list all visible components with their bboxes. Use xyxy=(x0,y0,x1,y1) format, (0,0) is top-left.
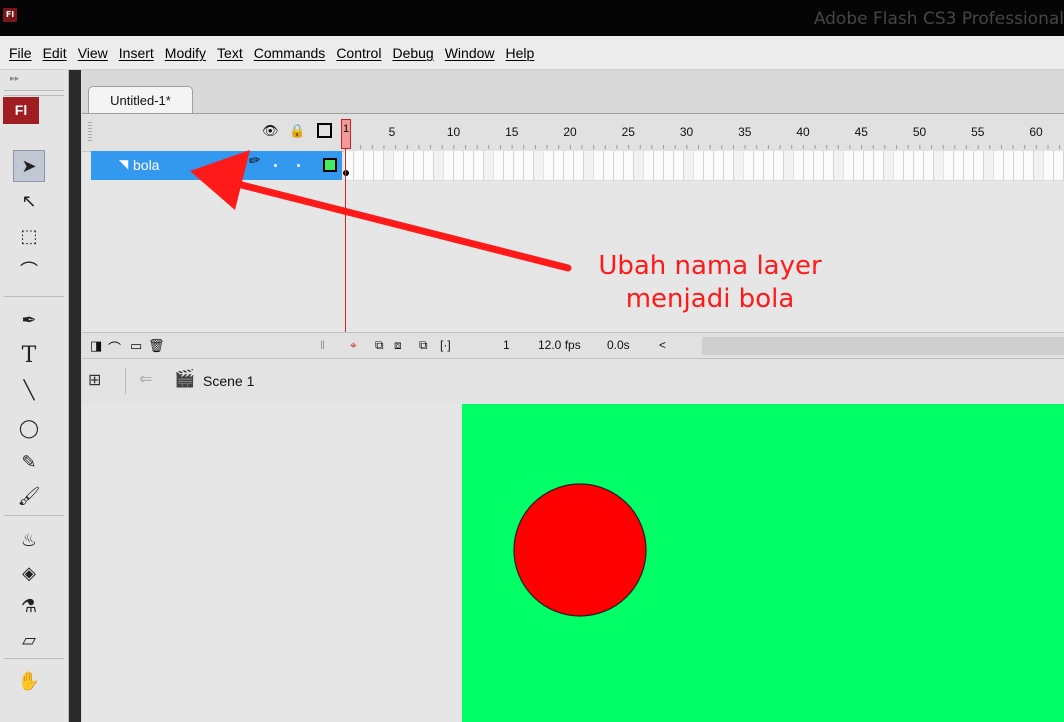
flash-logo: Fl xyxy=(3,97,39,124)
menu-window[interactable]: Window xyxy=(445,45,495,61)
scene-label[interactable]: Scene 1 xyxy=(203,373,254,389)
annotation-text: Ubah nama layer menjadi bola xyxy=(560,250,860,315)
layer-name[interactable]: bola xyxy=(133,157,159,173)
panel-grip[interactable] xyxy=(4,90,64,96)
menu-bar: File Edit View Insert Modify Text Comman… xyxy=(0,36,1064,70)
text-tool-icon[interactable]: T xyxy=(13,339,45,371)
brush-tool-icon[interactable]: 🖌 xyxy=(13,480,45,512)
onion-skin-icon[interactable]: ⧉ xyxy=(375,338,384,353)
timeline-panel: 👁 🔒 5 10 15 20 25 30 35 40 45 50 55 60 ◥ bola ✏ xyxy=(82,113,1064,359)
playhead[interactable]: 1 xyxy=(341,119,351,149)
current-frame: 1 xyxy=(503,338,510,352)
lock-icon[interactable]: 🔒 xyxy=(289,124,305,139)
lasso-tool-icon[interactable]: ⌒ xyxy=(13,254,45,286)
new-folder-icon[interactable]: ▭ xyxy=(130,338,142,354)
title-bar: Fl Adobe Flash CS3 Professional xyxy=(0,0,1064,36)
oval-tool-icon[interactable]: ◯ xyxy=(13,412,45,444)
modify-onion-markers-icon[interactable]: [·] xyxy=(440,338,451,352)
menu-file[interactable]: File xyxy=(9,45,32,61)
delete-layer-icon[interactable]: 🗑 xyxy=(148,338,165,354)
menu-edit[interactable]: Edit xyxy=(43,45,67,61)
hand-tool-icon[interactable]: ✋ xyxy=(13,665,45,697)
app-logo-icon: Fl xyxy=(3,8,17,22)
frame-rate[interactable]: 12.0 fps xyxy=(538,338,581,352)
subselection-tool-icon[interactable]: ↖ xyxy=(13,185,45,217)
timeline-scrollbar[interactable] xyxy=(702,337,1064,355)
tool-separator xyxy=(4,658,64,659)
footer-divider-grip[interactable]: ‖ xyxy=(320,338,325,352)
add-guide-layer-icon[interactable]: ⌒ xyxy=(108,338,121,357)
tool-separator xyxy=(4,296,64,297)
onion-skin-outlines-icon[interactable]: ⧈ xyxy=(394,338,402,353)
scroll-left-icon[interactable]: < xyxy=(659,338,666,352)
menu-control[interactable]: Control xyxy=(336,45,381,61)
scene-clapper-icon: 🎬 xyxy=(174,369,196,389)
new-layer-icon[interactable]: ◨ xyxy=(90,338,102,354)
elapsed-time: 0.0s xyxy=(607,338,630,352)
free-transform-tool-icon[interactable]: ⬚ xyxy=(13,220,45,252)
pencil-icon: ✏ xyxy=(247,152,263,170)
red-ball[interactable] xyxy=(513,483,647,617)
outline-icon[interactable] xyxy=(317,123,332,138)
edit-multiple-frames-icon[interactable]: ⧉ xyxy=(419,338,428,353)
tools-panel: ▸▸ Fl ➤ ↖ ⬚ ⌒ ✒ T ╲ ◯ ✎ 🖌 ♨ ◈ ⚗ ▱ ✋ xyxy=(0,70,69,722)
tool-separator xyxy=(4,515,64,516)
eye-icon[interactable]: 👁 xyxy=(262,124,279,139)
edit-bar: ⊞ ⇐ 🎬 Scene 1 xyxy=(82,358,1064,405)
frames-grid[interactable] xyxy=(344,151,1064,181)
frame-ruler[interactable]: 5 10 15 20 25 30 35 40 45 50 55 60 xyxy=(344,114,1064,151)
frame-cells xyxy=(344,151,1064,180)
pasteboard[interactable] xyxy=(82,404,462,722)
annotation-line-1: Ubah nama layer xyxy=(598,251,822,281)
line-tool-icon[interactable]: ╲ xyxy=(13,374,45,406)
eyedropper-tool-icon[interactable]: ⚗ xyxy=(13,590,45,622)
editbar-divider xyxy=(125,368,126,394)
menu-view[interactable]: View xyxy=(78,45,108,61)
playhead-line xyxy=(345,148,346,344)
window-title: Adobe Flash CS3 Professional xyxy=(813,9,1064,29)
eraser-tool-icon[interactable]: ▱ xyxy=(13,624,45,656)
tab-untitled-1[interactable]: Untitled-1* xyxy=(88,86,193,114)
ink-bottle-tool-icon[interactable]: ♨ xyxy=(13,524,45,556)
selection-tool-icon[interactable]: ➤ xyxy=(13,150,45,182)
annotation-line-2: menjadi bola xyxy=(625,283,795,314)
menu-commands[interactable]: Commands xyxy=(254,45,326,61)
center-frame-icon[interactable]: ⌖ xyxy=(350,338,357,353)
layer-icon: ◥ xyxy=(119,157,129,171)
frame-tick-marks xyxy=(348,145,1061,149)
timeline-footer: ◨ ⌒ ▭ 🗑 ‖ ⌖ ⧉ ⧈ ⧉ [·] 1 12.0 fps 0.0s < xyxy=(82,332,1064,359)
collapse-arrows-icon[interactable]: ▸▸ xyxy=(10,74,19,84)
keyframe-marker[interactable] xyxy=(343,170,349,176)
lock-dot[interactable] xyxy=(297,164,300,167)
menu-help[interactable]: Help xyxy=(506,45,535,61)
menu-modify[interactable]: Modify xyxy=(165,45,206,61)
stage-canvas xyxy=(513,483,647,617)
stage[interactable] xyxy=(462,404,1064,722)
menu-debug[interactable]: Debug xyxy=(392,45,433,61)
timeline-toggle-icon[interactable]: ⊞ xyxy=(88,370,101,389)
menu-insert[interactable]: Insert xyxy=(119,45,154,61)
layer-outline-color[interactable] xyxy=(323,158,337,172)
pen-tool-icon[interactable]: ✒ xyxy=(13,304,45,336)
menu-text[interactable]: Text xyxy=(217,45,243,61)
layer-row-bola[interactable]: ◥ bola ✏ xyxy=(91,151,342,180)
visibility-dot[interactable] xyxy=(274,164,277,167)
timeline-grip[interactable] xyxy=(88,122,92,142)
pencil-tool-icon[interactable]: ✎ xyxy=(13,446,45,478)
panel-divider xyxy=(69,70,81,722)
paint-bucket-tool-icon[interactable]: ◈ xyxy=(13,557,45,589)
back-arrow-icon[interactable]: ⇐ xyxy=(139,369,152,388)
